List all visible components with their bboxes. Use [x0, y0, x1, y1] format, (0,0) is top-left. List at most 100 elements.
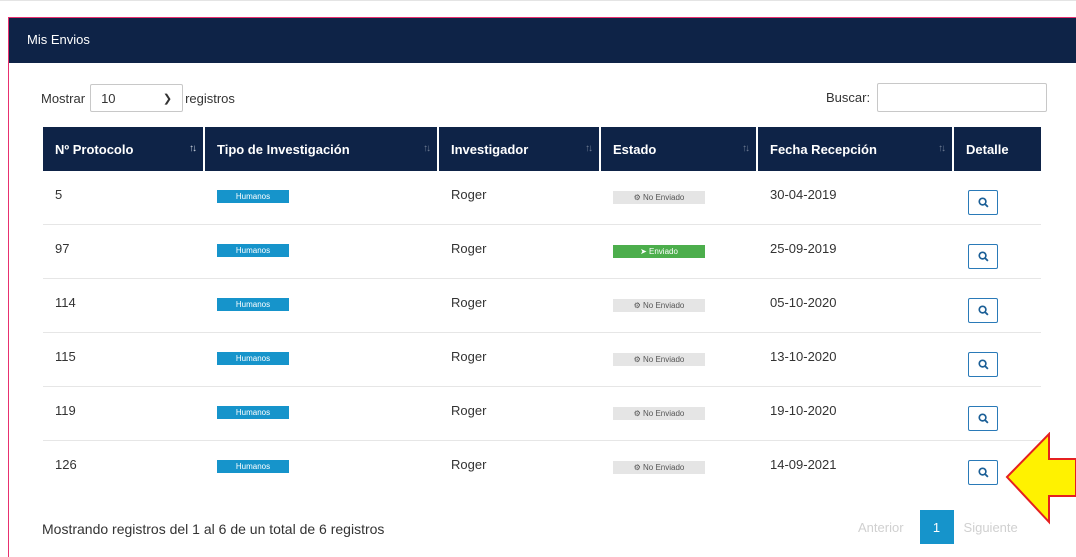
cell-tipo: Humanos [205, 441, 439, 495]
sort-icon: ↑↓ [585, 143, 593, 154]
type-badge: Humanos [217, 460, 289, 473]
gears-icon: ⚙ [633, 355, 644, 364]
status-badge: ⚙ No Enviado [613, 353, 705, 366]
panel-header: Mis Envios [9, 18, 1076, 63]
cell-investigador: Roger [439, 225, 601, 279]
column-header-protocolo[interactable]: Nº Protocolo ↑↓ [43, 127, 205, 171]
gears-icon: ⚙ [633, 301, 644, 310]
cell-protocolo: 115 [43, 333, 205, 387]
search-icon [977, 305, 989, 316]
cell-detalle [954, 171, 1041, 225]
length-prefix: Mostrar [41, 90, 86, 106]
cell-tipo: Humanos [205, 225, 439, 279]
cell-investigador: Roger [451, 457, 487, 472]
column-header-investigador[interactable]: Investigador ↑↓ [439, 127, 601, 171]
search-control: Buscar: [826, 83, 1048, 112]
arrow-left-icon [1005, 432, 1076, 525]
cell-detalle [954, 225, 1041, 279]
cell-estado: ⚙ No Enviado [601, 279, 758, 333]
cell-investigador: Roger [439, 387, 601, 441]
gears-icon: ⚙ [633, 463, 644, 472]
paper-plane-icon: ➤ [640, 247, 649, 256]
detail-button[interactable] [968, 298, 998, 323]
cell-investigador: Roger [439, 171, 601, 225]
column-header-estado[interactable]: Estado ↑↓ [601, 127, 758, 171]
top-divider [0, 0, 1076, 1]
type-badge: Humanos [217, 352, 289, 365]
cell-fecha: 05-10-2020 [758, 279, 954, 333]
cell-fecha: 30-04-2019 [758, 171, 954, 225]
table-row: 126 Humanos Roger ⚙ No Enviado 14-09-202… [43, 441, 1041, 495]
status-badge: ⚙ No Enviado [613, 191, 705, 204]
cell-investigador: Roger [439, 333, 601, 387]
cell-estado: ⚙ No Enviado [601, 387, 758, 441]
cell-estado: ⚙ No Enviado [601, 171, 758, 225]
cell-estado: ⚙ No Enviado [601, 441, 758, 495]
search-icon [977, 359, 989, 370]
detail-button[interactable] [968, 406, 998, 431]
table-row: 119 Humanos Roger ⚙ No Enviado 19-10-202… [43, 387, 1041, 441]
cell-fecha: 19-10-2020 [758, 387, 954, 441]
cell-tipo: Humanos [205, 333, 439, 387]
table-header-row: Nº Protocolo ↑↓ Tipo de Investigación ↑↓ I… [43, 127, 1041, 171]
status-badge: ⚙ No Enviado [613, 407, 705, 420]
gears-icon: ⚙ [633, 193, 644, 202]
page-length-select[interactable]: 10 ❯ [90, 84, 184, 112]
column-header-detalle: Detalle [954, 127, 1041, 171]
detail-button[interactable] [968, 352, 998, 377]
detail-button[interactable] [968, 190, 998, 215]
type-badge: Humanos [217, 298, 289, 311]
cell-estado: ➤ Enviado [601, 225, 758, 279]
detail-button[interactable] [968, 460, 998, 485]
table-row: 115 Humanos Roger ⚙ No Enviado 13-10-202… [43, 333, 1041, 387]
sort-icon: ↑↓ [938, 143, 946, 154]
type-badge: Humanos [217, 406, 289, 419]
detail-button[interactable] [968, 244, 998, 269]
cell-protocolo: 5 [43, 171, 205, 225]
type-badge: Humanos [217, 244, 289, 257]
length-control: Mostrar 10 ❯ registros [41, 84, 235, 112]
table-row: 97 Humanos Roger ➤ Enviado 25-09-2019 [43, 225, 1041, 279]
cell-tipo: Humanos [205, 279, 439, 333]
search-input[interactable] [877, 83, 1048, 112]
pagination: Anterior 1 Siguiente [858, 510, 1018, 544]
gears-icon: ⚙ [633, 409, 644, 418]
sort-icon: ↑↓ [742, 143, 750, 154]
chevron-down-icon: ❯ [162, 92, 173, 105]
prev-page-button[interactable]: Anterior [858, 520, 904, 535]
column-header-tipo[interactable]: Tipo de Investigación ↑↓ [205, 127, 439, 171]
cell-fecha: 25-09-2019 [758, 225, 954, 279]
cell-investigador: Roger [439, 279, 601, 333]
length-suffix: registros [185, 90, 235, 106]
status-badge: ⚙ No Enviado [613, 299, 705, 312]
cell-tipo: Humanos [205, 387, 439, 441]
cell-protocolo: 119 [43, 387, 205, 441]
sort-icon: ↑↓ [423, 143, 431, 154]
search-icon [977, 467, 989, 478]
cell-tipo: Humanos [205, 171, 439, 225]
panel-title: Mis Envios [27, 32, 90, 47]
table-row: 114 Humanos Roger ⚙ No Enviado 05-10-202… [43, 279, 1041, 333]
sort-icon: ↑↓ [189, 143, 197, 154]
cell-protocolo: 114 [43, 279, 205, 333]
cell-estado: ⚙ No Enviado [601, 333, 758, 387]
cell-detalle [954, 279, 1041, 333]
cell-protocolo: 97 [43, 225, 205, 279]
cell-fecha: 14-09-2021 [770, 457, 837, 472]
page-1-button[interactable]: 1 [919, 510, 954, 544]
search-icon [977, 197, 989, 208]
page-length-value: 10 [101, 90, 116, 106]
status-badge: ➤ Enviado [613, 245, 705, 258]
column-header-fecha[interactable]: Fecha Recepción ↑↓ [758, 127, 954, 171]
table-row: 5 Humanos Roger ⚙ No Enviado 30-04-2019 [43, 171, 1041, 225]
search-icon [977, 413, 989, 424]
table-info: Mostrando registros del 1 al 6 de un tot… [42, 521, 385, 537]
cell-protocolo: 126 [55, 457, 77, 472]
type-badge: Humanos [217, 190, 289, 203]
search-icon [977, 251, 989, 262]
status-badge: ⚙ No Enviado [613, 461, 705, 474]
search-label: Buscar: [826, 90, 871, 105]
cell-fecha: 13-10-2020 [758, 333, 954, 387]
envios-table: Nº Protocolo ↑↓ Tipo de Investigación ↑↓ I… [43, 127, 1041, 495]
cell-detalle [954, 333, 1041, 387]
